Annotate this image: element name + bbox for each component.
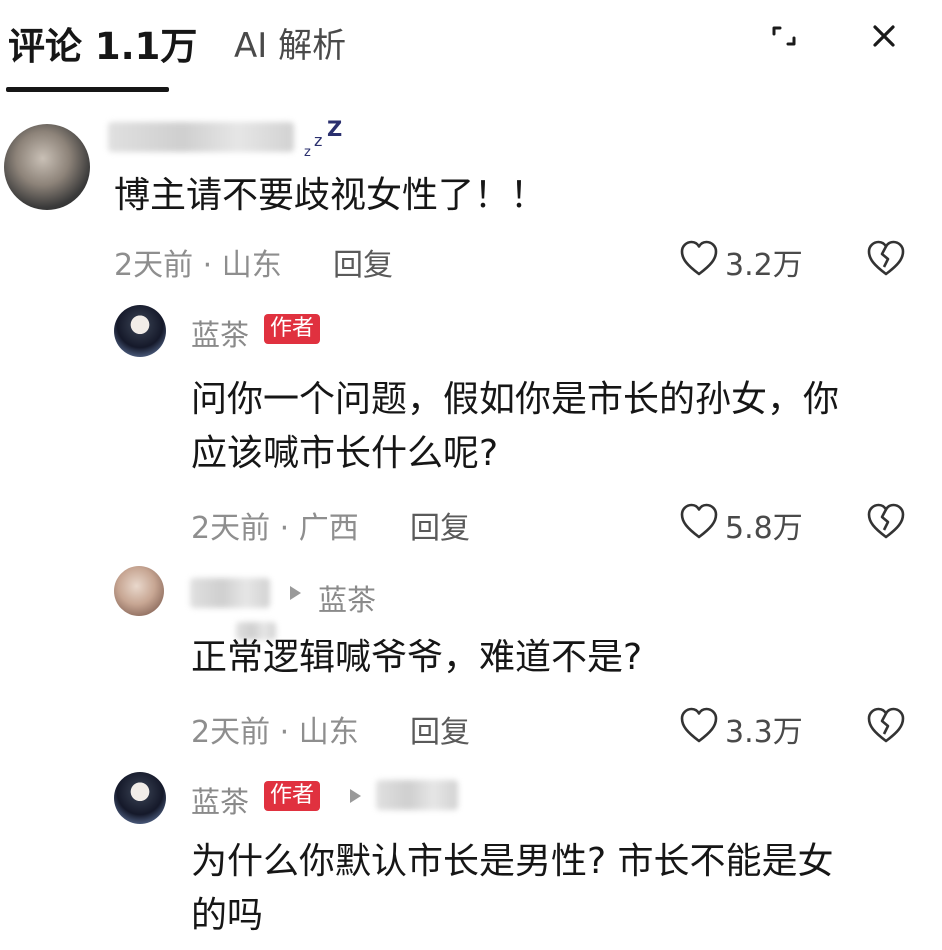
expand-icon[interactable] [764,16,804,56]
tab-comments[interactable]: 评论 1.1万 [8,16,197,70]
like-count: 3.3万 [725,715,803,750]
like-count: 3.2万 [725,248,803,283]
reply-to-username[interactable]: 蓝茶 [318,577,376,619]
heart-icon[interactable] [679,502,719,540]
close-icon[interactable] [864,16,904,56]
username[interactable]: 蓝茶 [191,779,249,821]
author-badge: 作者 [264,314,321,344]
broken-heart-icon[interactable] [866,706,906,744]
comments-panel: 评论 1.1万 AI 解析 z z Z 博主请不要歧视女性了！！ 2天前 · 山… [0,0,942,950]
comment-meta: 2天前 · 广西 [191,511,359,546]
comment-text-line-1: 问你一个问题，假如你是市长的孙女，你 [191,379,840,420]
comment-meta: 2天前 · 山东 [191,715,359,750]
author-avatar[interactable] [114,305,166,357]
tab-ai-analysis[interactable]: AI 解析 [234,18,346,67]
avatar[interactable] [4,124,90,210]
svg-text:z: z [304,145,311,160]
reply-to-arrow-icon [350,789,361,803]
avatar[interactable] [114,566,164,616]
heart-icon[interactable] [679,706,719,744]
username-obscured[interactable] [190,578,270,608]
comment-text-line-2: 应该喊市长什么呢? [191,433,499,474]
author-badge: 作者 [264,781,321,811]
username[interactable]: 蓝茶 [191,312,249,354]
broken-heart-icon[interactable] [866,239,906,277]
svg-text:z: z [314,131,322,150]
heart-icon[interactable] [679,239,719,277]
reply-to-username-obscured[interactable] [376,780,458,810]
author-avatar[interactable] [114,772,166,824]
svg-text:Z: Z [327,117,342,141]
comment-text: 博主请不要歧视女性了！！ [114,175,547,216]
reply-button[interactable]: 回复 [410,503,470,547]
username-obscured[interactable] [108,122,294,152]
comment-text-line-2: 的吗 [191,895,264,936]
comment-text: 正常逻辑喊爷爷，难道不是? [191,637,643,678]
reply-button[interactable]: 回复 [333,240,393,284]
reply-to-arrow-icon [290,586,301,600]
comment-text-line-1: 为什么你默认市长是男性? 市长不能是女 [191,841,834,882]
active-tab-indicator [6,87,169,92]
reply-button[interactable]: 回复 [410,707,470,751]
broken-heart-icon[interactable] [866,502,906,540]
comment-meta: 2天前 · 山东 [114,248,282,283]
sleep-zzz-icon: z z Z [304,117,342,160]
like-count: 5.8万 [725,511,803,546]
